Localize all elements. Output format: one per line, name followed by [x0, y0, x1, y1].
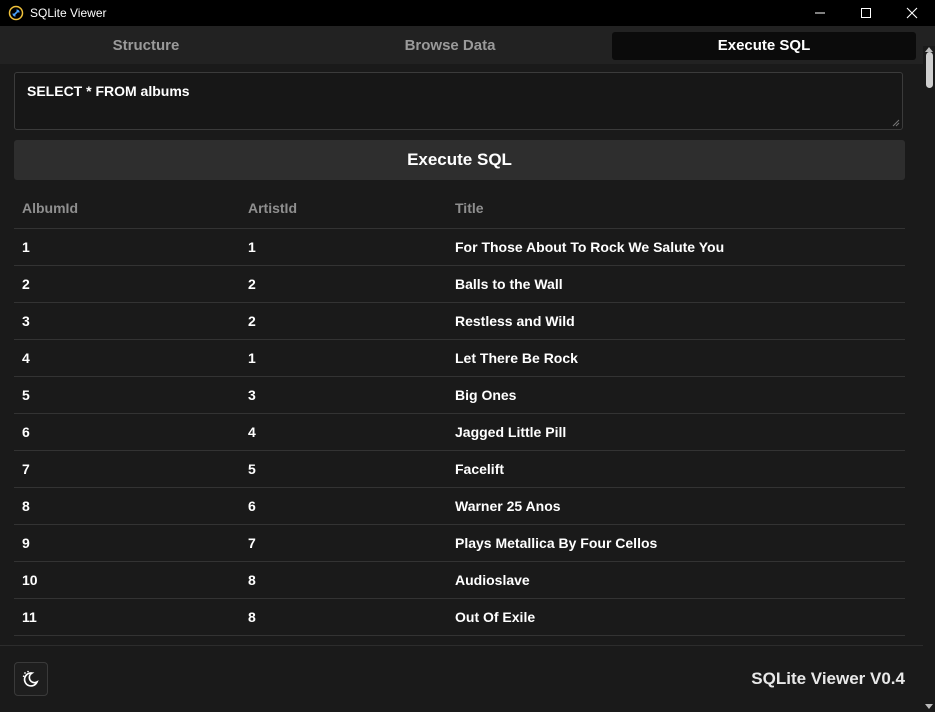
results-table: AlbumId ArtistId Title 1 1 For Those About… — [14, 188, 905, 636]
cell-artistid: 8 — [240, 561, 447, 599]
cell-albumid: 4 — [14, 339, 240, 377]
cell-artistid: 6 — [240, 487, 447, 525]
title-bar: SQLite Viewer — [0, 0, 935, 26]
tab-bar: Structure Browse Data Execute SQL — [0, 26, 935, 64]
tab-execute-sql[interactable]: Execute SQL — [612, 32, 916, 60]
sql-query-input[interactable]: SELECT * FROM albums — [14, 72, 903, 130]
cell-artistid: 8 — [240, 598, 447, 636]
cell-albumid: 9 — [14, 524, 240, 562]
tab-structure[interactable]: Structure — [0, 32, 292, 60]
cell-albumid: 5 — [14, 376, 240, 414]
cell-title: Let There Be Rock — [447, 339, 905, 377]
minimize-icon — [815, 12, 825, 14]
cell-artistid: 1 — [240, 339, 447, 377]
cell-artistid: 4 — [240, 413, 447, 451]
table-header-row: AlbumId ArtistId Title — [14, 188, 905, 229]
table-row[interactable]: 3 2 Restless and Wild — [14, 302, 905, 340]
theme-toggle-button[interactable] — [14, 662, 48, 696]
cell-albumid: 10 — [14, 561, 240, 599]
cell-artistid: 1 — [240, 228, 447, 266]
table-row[interactable]: 11 8 Out Of Exile — [14, 598, 905, 636]
close-button[interactable] — [889, 0, 935, 26]
scrollbar-thumb[interactable] — [926, 52, 933, 88]
close-icon — [906, 7, 918, 19]
column-header-title[interactable]: Title — [447, 188, 905, 229]
theme-toggle-icon — [22, 670, 39, 687]
cell-albumid: 1 — [14, 228, 240, 266]
cell-artistid: 5 — [240, 450, 447, 488]
table-row[interactable]: 9 7 Plays Metallica By Four Cellos — [14, 524, 905, 562]
cell-title: Audioslave — [447, 561, 905, 599]
column-header-artistid[interactable]: ArtistId — [240, 188, 447, 229]
app-link-icon — [8, 5, 24, 21]
execute-sql-button[interactable]: Execute SQL — [14, 140, 905, 180]
column-header-albumid[interactable]: AlbumId — [14, 188, 240, 229]
cell-title: Facelift — [447, 450, 905, 488]
table-row[interactable]: 2 2 Balls to the Wall — [14, 265, 905, 303]
tab-browse-data[interactable]: Browse Data — [304, 32, 596, 60]
cell-title: Out Of Exile — [447, 598, 905, 636]
cell-title: Big Ones — [447, 376, 905, 414]
cell-title: Jagged Little Pill — [447, 413, 905, 451]
cell-artistid: 2 — [240, 302, 447, 340]
cell-title: For Those About To Rock We Salute You — [447, 228, 905, 266]
table-row[interactable]: 8 6 Warner 25 Anos — [14, 487, 905, 525]
app-version: SQLite Viewer V0.4 — [751, 669, 905, 688]
window-title: SQLite Viewer — [30, 6, 107, 20]
table-row[interactable]: 1 1 For Those About To Rock We Salute You — [14, 228, 905, 266]
scroll-down-icon — [925, 704, 933, 709]
cell-title: Balls to the Wall — [447, 265, 905, 303]
cell-title: Plays Metallica By Four Cellos — [447, 524, 905, 562]
table-row[interactable]: 10 8 Audioslave — [14, 561, 905, 599]
maximize-icon — [861, 8, 871, 18]
table-row[interactable]: 6 4 Jagged Little Pill — [14, 413, 905, 451]
cell-albumid: 2 — [14, 265, 240, 303]
table-row[interactable]: 5 3 Big Ones — [14, 376, 905, 414]
cell-albumid: 6 — [14, 413, 240, 451]
cell-albumid: 8 — [14, 487, 240, 525]
cell-artistid: 3 — [240, 376, 447, 414]
minimize-button[interactable] — [797, 0, 843, 26]
cell-albumid: 11 — [14, 598, 240, 636]
cell-artistid: 7 — [240, 524, 447, 562]
cell-albumid: 3 — [14, 302, 240, 340]
cell-title: Restless and Wild — [447, 302, 905, 340]
table-row[interactable]: 7 5 Facelift — [14, 450, 905, 488]
footer-divider — [0, 645, 923, 646]
maximize-button[interactable] — [843, 0, 889, 26]
resize-grip-icon[interactable] — [892, 119, 900, 127]
table-row[interactable]: 4 1 Let There Be Rock — [14, 339, 905, 377]
sql-query-text[interactable]: SELECT * FROM albums — [27, 83, 190, 99]
cell-albumid: 7 — [14, 450, 240, 488]
cell-artistid: 2 — [240, 265, 447, 303]
cell-title: Warner 25 Anos — [447, 487, 905, 525]
vertical-scrollbar[interactable] — [923, 46, 935, 712]
